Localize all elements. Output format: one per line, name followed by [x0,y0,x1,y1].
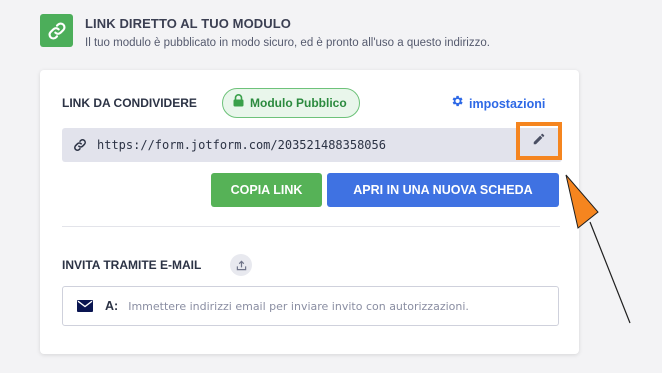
envelope-icon [77,300,93,312]
settings-label: impostazioni [469,96,546,111]
badge-label: Modulo Pubblico [250,96,347,110]
invite-email-field[interactable]: A: [62,286,559,326]
share-icon[interactable] [230,254,252,276]
invite-email-label: INVITA TRAMITE E-MAIL [62,258,202,272]
public-form-badge[interactable]: Modulo Pubblico [222,88,360,118]
settings-link[interactable]: impostazioni [450,94,545,113]
open-new-tab-button[interactable]: APRI IN UNA NUOVA SCHEDA [327,173,559,207]
share-url-field[interactable]: https://form.jotform.com/203521488358056 [62,122,562,162]
email-to-prefix: A: [105,299,119,313]
section-divider [62,226,560,227]
gear-icon [450,94,464,113]
section-description: Il tuo modulo è pubblicato in modo sicur… [85,37,490,49]
copy-link-button[interactable]: COPIA LINK [211,173,322,207]
section-title: LINK DIRETTO AL TUO MODULO [85,16,292,31]
chain-link-icon [73,138,87,152]
email-recipients-input[interactable] [128,299,549,313]
section-header: LINK DIRETTO AL TUO MODULO Il tuo modulo… [40,14,490,49]
pencil-icon [532,132,546,151]
edit-url-button[interactable] [516,122,562,160]
share-card: LINK DA CONDIVIDERE Modulo Pubblico impo… [40,70,579,354]
share-link-label: LINK DA CONDIVIDERE [62,96,197,110]
link-icon [40,14,73,47]
share-url-text: https://form.jotform.com/203521488358056 [97,138,386,152]
lock-icon [233,94,244,112]
